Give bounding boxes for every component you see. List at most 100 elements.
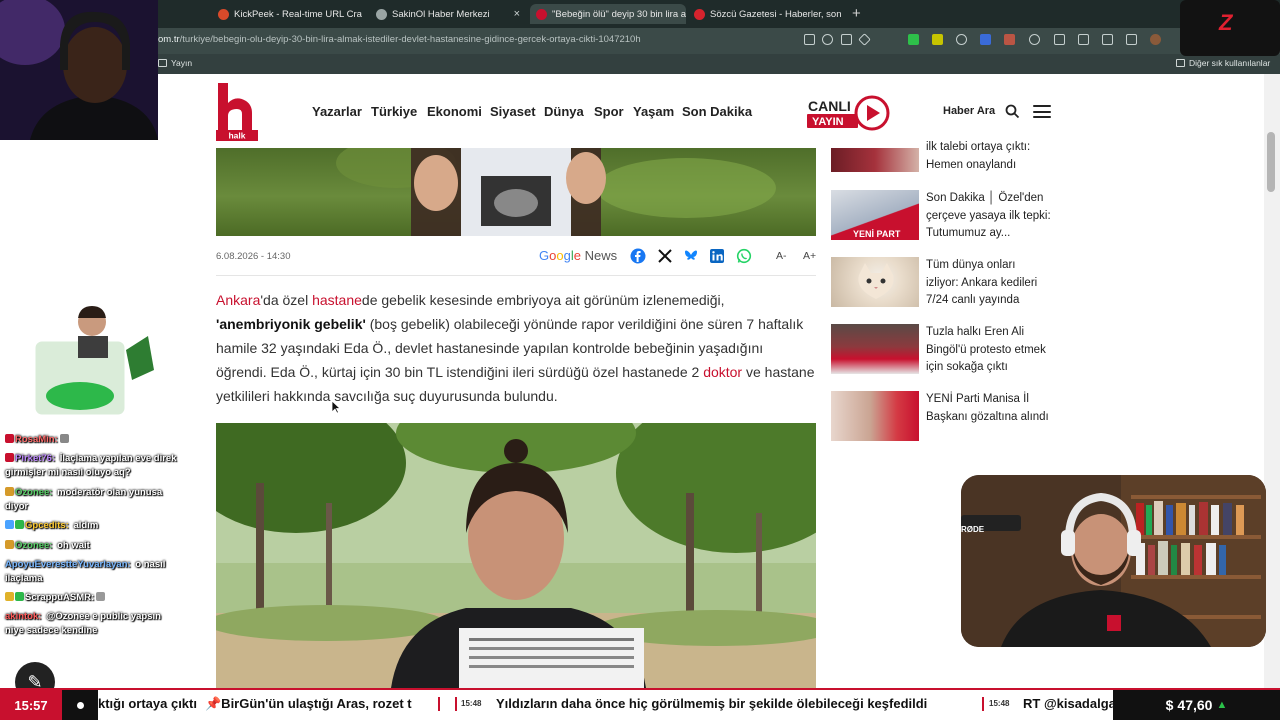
url-domain: om.tr bbox=[158, 34, 180, 45]
chat-username: ApoyuEverestteYuvarlayan: bbox=[5, 559, 131, 570]
badge-icon bbox=[5, 540, 14, 549]
split-view-icon[interactable] bbox=[1054, 34, 1065, 45]
x-twitter-icon[interactable] bbox=[657, 248, 673, 264]
bookmark-other[interactable]: Diğer sık kullanılanlar bbox=[1176, 58, 1270, 68]
chat-message: Ozonee: moderatör olan yunusa diyor bbox=[5, 486, 180, 514]
search-label[interactable]: Haber Ara bbox=[943, 105, 995, 117]
news-thumbnail bbox=[831, 324, 919, 374]
tab-title: Sözcü Gazetesi - Haberler, son da bbox=[710, 8, 844, 20]
sidebar-news-item[interactable]: ilk talebi ortaya çıktı: Hemen onaylandı bbox=[831, 141, 1051, 178]
ticker-item: RT @kisadalga bbox=[1023, 696, 1113, 711]
nav-ekonomi[interactable]: Ekonomi bbox=[427, 104, 482, 119]
new-tab-button[interactable]: + bbox=[852, 5, 861, 22]
badge-icon bbox=[5, 453, 14, 462]
emote-icon bbox=[59, 434, 69, 443]
chat-text: aldım bbox=[70, 520, 99, 531]
refresh-icon[interactable] bbox=[1029, 34, 1040, 45]
tab-kickpeek[interactable]: KickPeek - Real-time URL Crawler × bbox=[212, 4, 362, 24]
emote-icon bbox=[96, 592, 106, 601]
scrollbar-thumb[interactable] bbox=[1267, 132, 1275, 192]
mic-label: RØDE bbox=[961, 525, 985, 534]
chat-message: ScrappuASMR: bbox=[5, 591, 180, 605]
heart-icon[interactable] bbox=[1102, 34, 1113, 45]
chat-username: akintok: bbox=[5, 611, 42, 622]
nav-son-dakika[interactable]: Son Dakika bbox=[682, 104, 752, 119]
profile-avatar-icon[interactable] bbox=[1150, 34, 1161, 45]
streamer-mascot-sticker bbox=[32, 306, 154, 418]
zoom-icon[interactable] bbox=[822, 34, 833, 45]
nav-turkiye[interactable]: Türkiye bbox=[371, 104, 417, 119]
trend-up-icon: ▲ bbox=[1216, 699, 1228, 711]
hamburger-menu-icon[interactable] bbox=[1033, 105, 1051, 118]
collections-icon[interactable] bbox=[1126, 34, 1137, 45]
host-webcam: RØDE bbox=[961, 475, 1266, 647]
extension-cloud-icon[interactable] bbox=[956, 34, 967, 45]
sidebar-news-item[interactable]: Tuzla halkı Eren Ali Bingöl'ü protesto e… bbox=[831, 324, 1051, 374]
badge-icon bbox=[5, 520, 14, 529]
whatsapp-icon[interactable] bbox=[736, 248, 752, 264]
nav-spor[interactable]: Spor bbox=[594, 104, 624, 119]
link-hastane[interactable]: hastane bbox=[312, 292, 362, 308]
google-news-link[interactable]: Google News bbox=[539, 248, 617, 263]
ticker-time: 15:48 bbox=[461, 699, 482, 708]
extension-s-icon[interactable] bbox=[1004, 34, 1015, 45]
font-increase-button[interactable]: A+ bbox=[803, 250, 816, 262]
live-bottom-text: YAYIN bbox=[812, 116, 844, 128]
live-broadcast-button[interactable]: CANLI YAYIN bbox=[806, 93, 890, 133]
sidebar-news-item[interactable]: Tüm dünya onları izliyor: Ankara kediler… bbox=[831, 257, 1051, 307]
extension-blue-icon[interactable] bbox=[980, 34, 991, 45]
search-icon[interactable] bbox=[1005, 104, 1020, 119]
ticker-divider bbox=[438, 697, 440, 711]
news-thumbnail bbox=[831, 257, 919, 307]
news-thumbnail bbox=[831, 148, 919, 172]
dollar-symbol: $ bbox=[1165, 697, 1174, 713]
chat-message: Gpcedits: aldım bbox=[5, 519, 180, 533]
tab-sakinol[interactable]: SakinOl Haber Merkezi × bbox=[370, 4, 526, 24]
url-path: /turkiye/bebegin-olu-deyip-30-bin-lira-a… bbox=[179, 34, 641, 45]
facebook-icon[interactable] bbox=[630, 248, 646, 264]
ticker-divider bbox=[982, 697, 984, 711]
news-title: Tuzla halkı Eren Ali Bingöl'ü protesto e… bbox=[926, 326, 1046, 373]
bookmark-label: Yayın bbox=[171, 58, 193, 68]
currency-widget: $47,60 ▲ bbox=[1113, 690, 1280, 720]
badge-icon bbox=[15, 592, 24, 601]
news-title: Tüm dünya onları izliyor: Ankara kediler… bbox=[926, 259, 1038, 306]
sidebar-news-item[interactable]: YENİ Parti Manisa İl Başkanı gözaltına a… bbox=[831, 391, 1051, 441]
bookmark-yayin[interactable]: Yayın bbox=[158, 58, 192, 68]
chat-message: Ozonee: oh wait bbox=[5, 539, 180, 553]
tab-title: SakinOl Haber Merkezi bbox=[392, 8, 490, 20]
divider bbox=[216, 275, 816, 276]
nav-dunya[interactable]: Dünya bbox=[544, 104, 584, 119]
url-field[interactable]: om.tr/turkiye/bebegin-olu-deyip-30-bin-l… bbox=[158, 34, 641, 45]
close-tab-icon[interactable]: × bbox=[514, 8, 520, 20]
link-ankara[interactable]: Ankara bbox=[216, 292, 260, 308]
ticker-time: 15:48 bbox=[989, 699, 1010, 708]
linkedin-icon[interactable] bbox=[709, 248, 725, 264]
news-thumbnail: YENİ PART bbox=[831, 190, 919, 240]
extension-puzzle-icon[interactable] bbox=[932, 34, 943, 45]
currency-value: 47,60 bbox=[1177, 697, 1213, 713]
news-title: Son Dakika │ Özel'den çerçeve yasaya ilk… bbox=[926, 192, 1051, 239]
tab-sozcu[interactable]: Sözcü Gazetesi - Haberler, son da × bbox=[688, 4, 844, 24]
sidebar-news-item[interactable]: YENİ PART Son Dakika │ Özel'den çerçeve … bbox=[831, 190, 1051, 240]
nav-yasam[interactable]: Yaşam bbox=[633, 104, 674, 119]
reader-icon[interactable] bbox=[841, 34, 852, 45]
translate-icon[interactable] bbox=[804, 34, 815, 45]
news-title: YENİ Parti Manisa İl Başkanı gözaltına a… bbox=[926, 393, 1049, 423]
nav-yazarlar[interactable]: Yazarlar bbox=[312, 104, 362, 119]
chat-text: oh wait bbox=[54, 540, 90, 551]
font-decrease-button[interactable]: A- bbox=[776, 250, 787, 262]
chat-username: ScrappuASMR: bbox=[25, 592, 95, 603]
sozcu-favicon-icon bbox=[694, 8, 705, 20]
favorites-icon[interactable] bbox=[1078, 34, 1089, 45]
thumb-label: YENİ PART bbox=[853, 229, 901, 239]
chat-username: Ozonee: bbox=[15, 540, 53, 551]
bluesky-icon[interactable] bbox=[683, 248, 699, 264]
logo-text: halk bbox=[228, 131, 245, 141]
link-doktor[interactable]: doktor bbox=[703, 364, 742, 380]
halk-logo[interactable]: halk bbox=[216, 83, 258, 141]
badge-icon bbox=[15, 520, 24, 529]
tab-halktv-active[interactable]: "Bebeğin ölü" deyip 30 bin lira alm × bbox=[530, 4, 686, 24]
nav-siyaset[interactable]: Siyaset bbox=[490, 104, 536, 119]
extension-green-icon[interactable] bbox=[908, 34, 919, 45]
